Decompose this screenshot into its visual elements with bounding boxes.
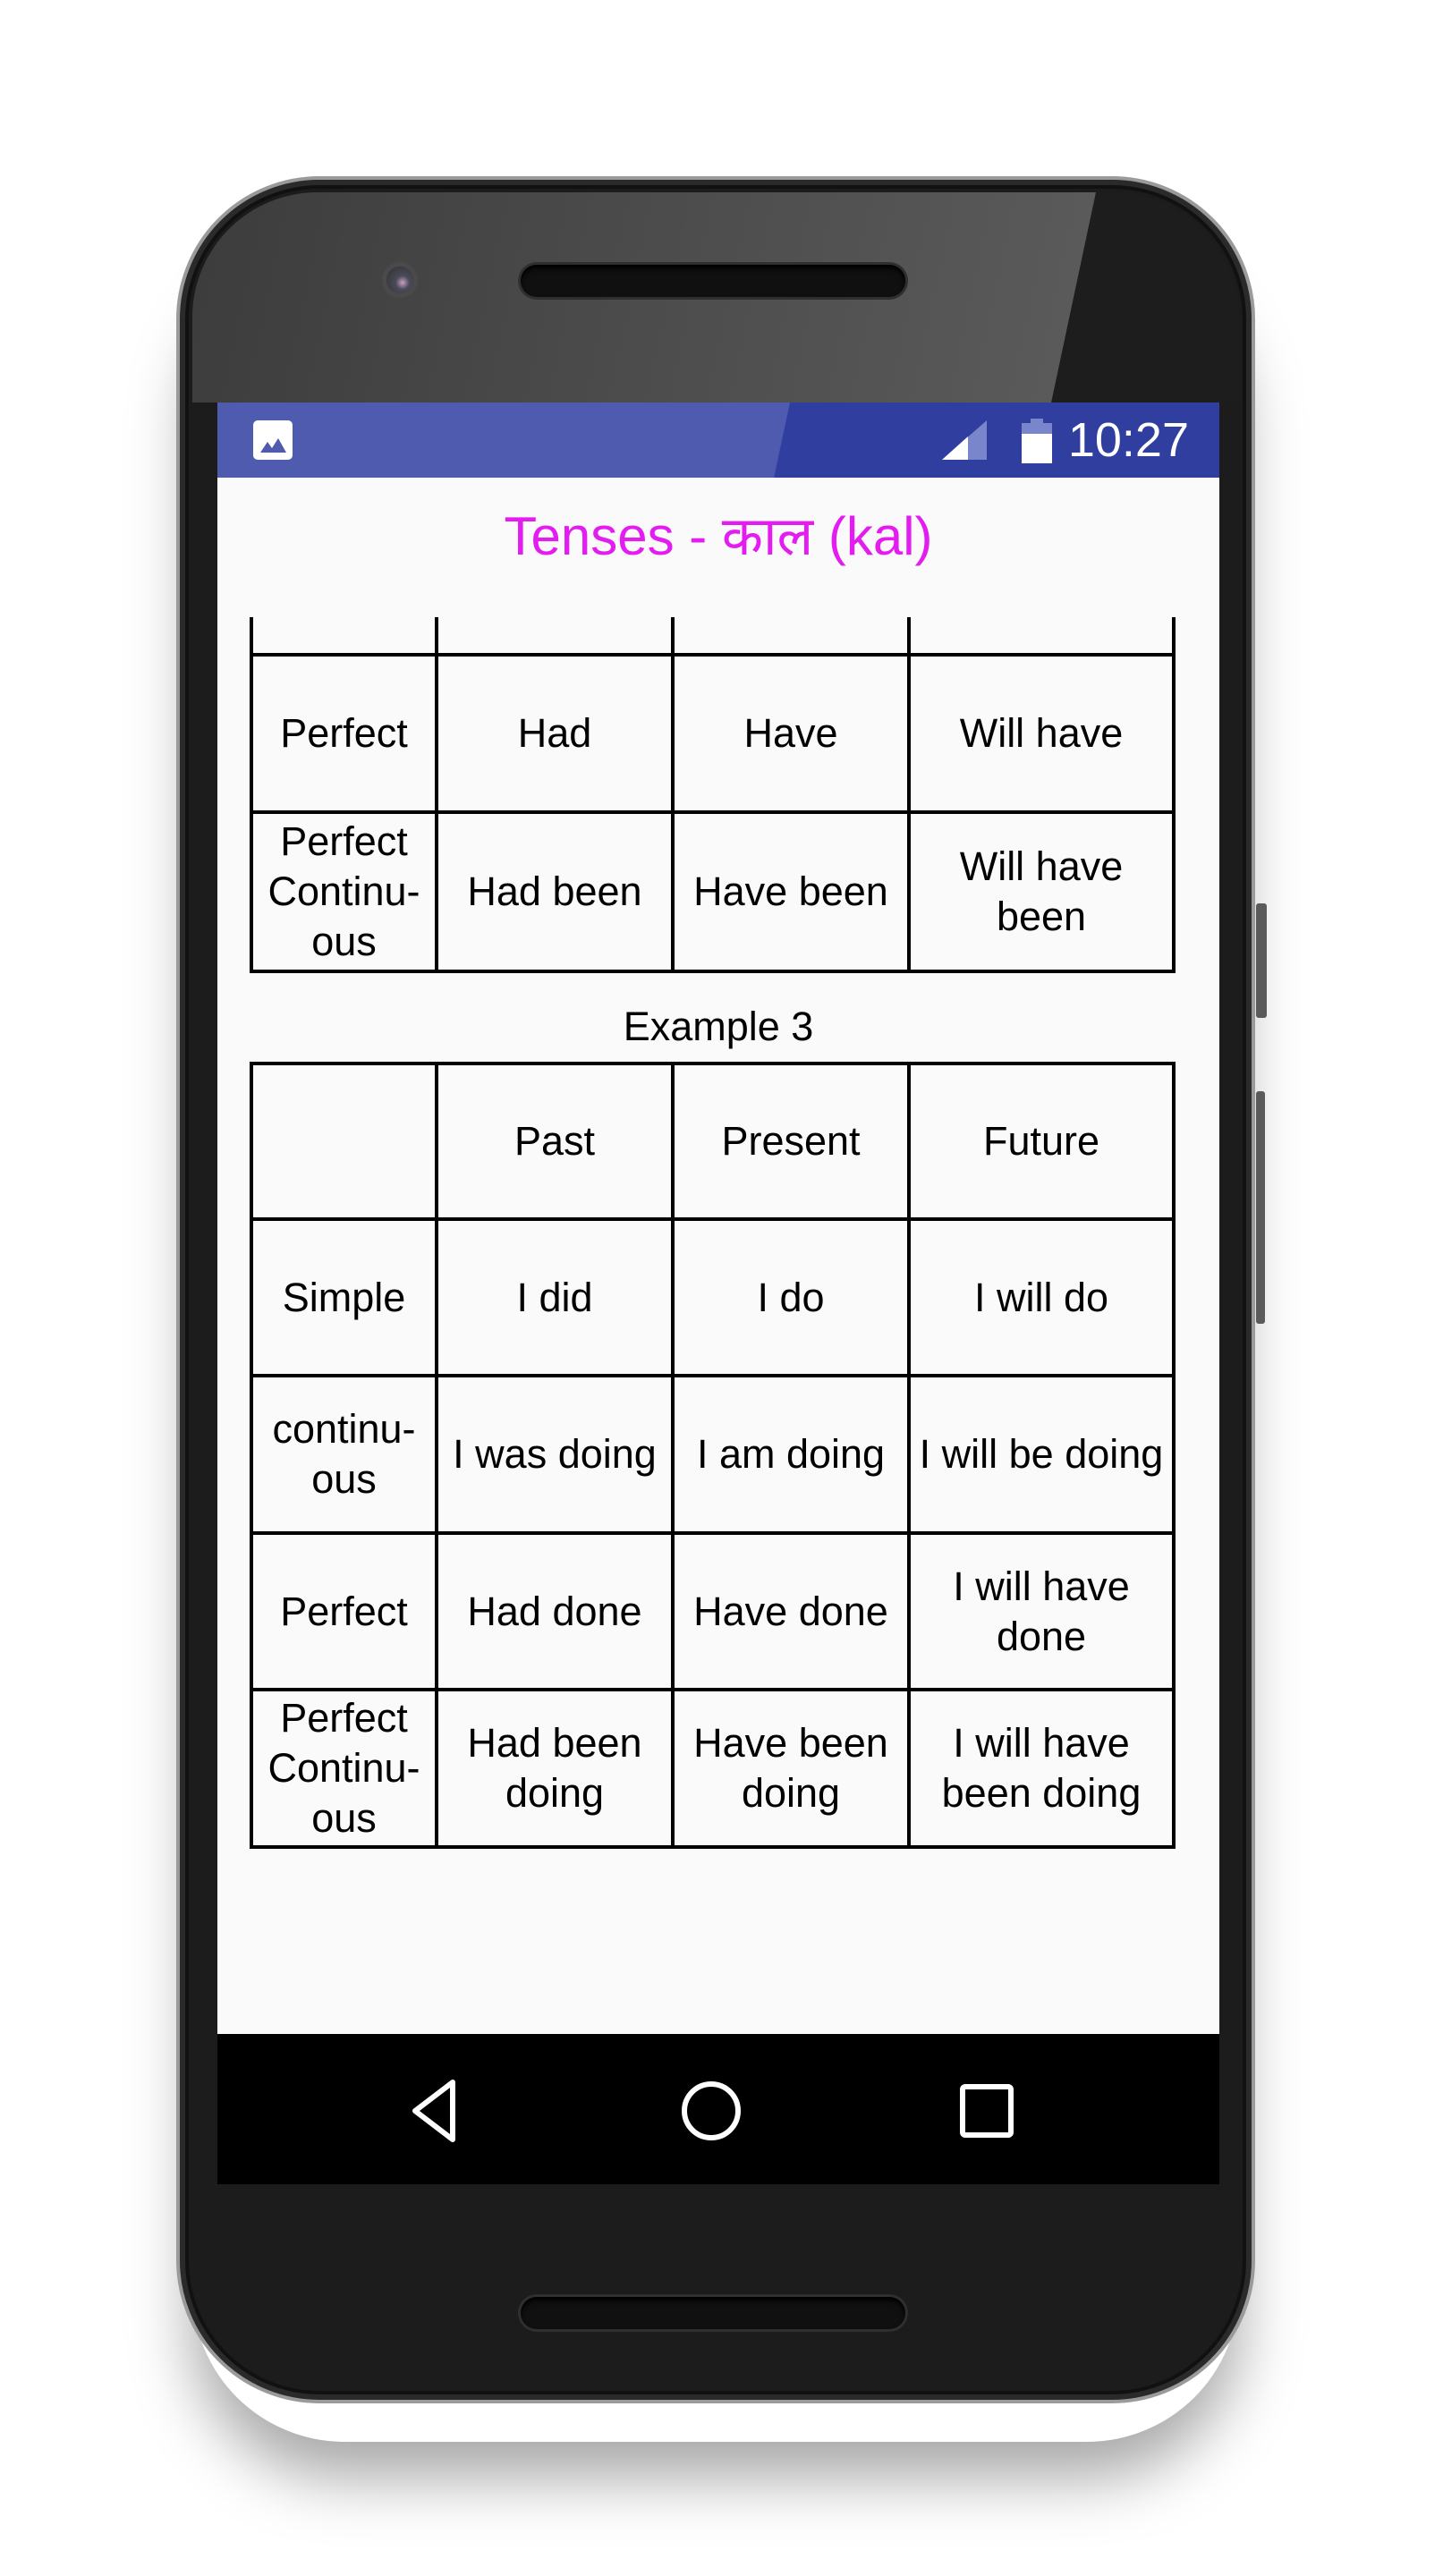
back-icon[interactable] (401, 2075, 472, 2147)
header-future: Future (907, 1062, 1176, 1221)
future-cell: I will be doing (907, 1374, 1176, 1535)
future-cell: I will have done (907, 1531, 1176, 1691)
header-label (250, 1062, 438, 1221)
table-row: Perfect Continu-ous Had been doing Have … (250, 1688, 1176, 1849)
row-label: Perfect Continu-ous (250, 1688, 438, 1849)
header-present: Present (671, 1062, 911, 1221)
header-past: Past (435, 1062, 675, 1221)
past-cell: I was doing (435, 1374, 675, 1535)
row-label: Simple (250, 1217, 438, 1377)
present-cell: I do (671, 1217, 911, 1377)
screen: 10:27 Tenses - काल (kal) Perfect Had Hav… (217, 402, 1219, 2184)
front-camera (386, 267, 413, 293)
recents-icon[interactable] (951, 2075, 1023, 2147)
bottom-speaker (521, 2297, 905, 2329)
future-cell: I will do (907, 1217, 1176, 1377)
present-cell: Have been doing (671, 1688, 911, 1849)
row-label: Perfect (250, 1531, 438, 1691)
home-icon[interactable] (675, 2075, 747, 2147)
top-speaker (521, 265, 905, 297)
future-cell: I will have been doing (907, 1688, 1176, 1849)
example-3-table: Past Present Future Simple I did I do I … (250, 1062, 1176, 1849)
row-label: continu-ous (250, 1374, 438, 1535)
past-cell: Had done (435, 1531, 675, 1691)
table-header-row: Past Present Future (250, 1062, 1176, 1221)
table-row: Perfect Had done Have done I will have d… (250, 1531, 1176, 1691)
table-row: continu-ous I was doing I am doing I wil… (250, 1374, 1176, 1535)
past-cell: I did (435, 1217, 675, 1377)
table-row: Simple I did I do I will do (250, 1217, 1176, 1377)
volume-rocker (1256, 1091, 1265, 1324)
past-cell: Had been doing (435, 1688, 675, 1849)
bezel-top (192, 192, 1239, 402)
navigation-bar (217, 2034, 1219, 2184)
present-cell: I am doing (671, 1374, 911, 1535)
present-cell: Have done (671, 1531, 911, 1691)
power-button (1256, 903, 1267, 1018)
